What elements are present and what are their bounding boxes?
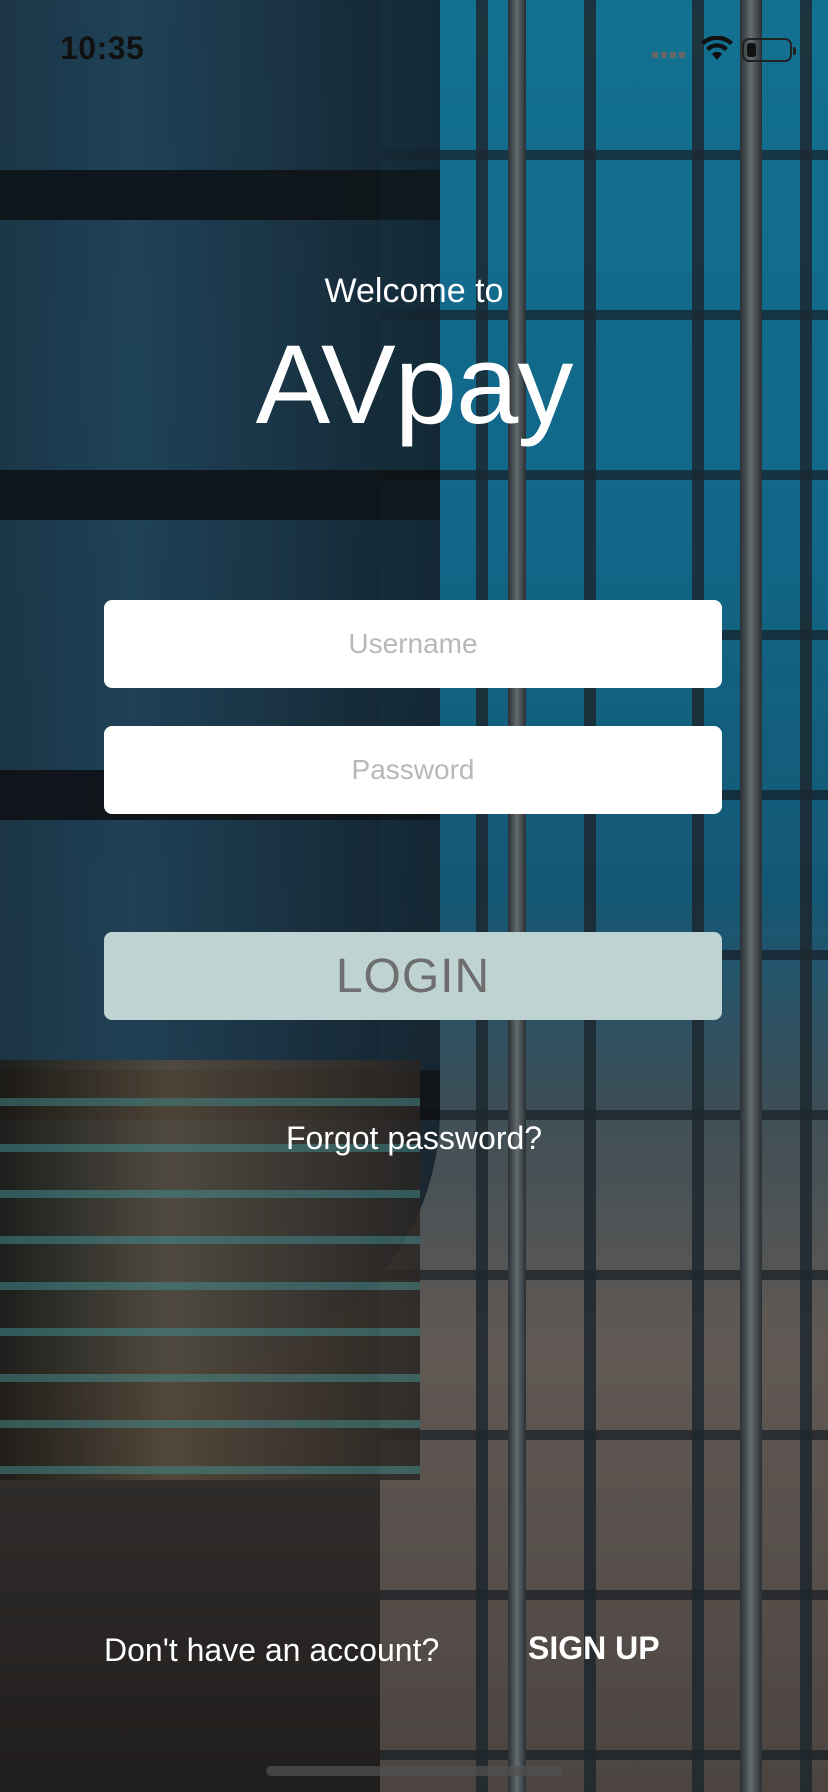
wifi-icon (701, 36, 733, 60)
status-bar: 10:35 (0, 0, 828, 100)
forgot-password-link[interactable]: Forgot password? (0, 1120, 828, 1157)
signal-icon (652, 50, 692, 58)
username-field[interactable] (104, 600, 722, 688)
background-overlay (0, 0, 828, 1792)
status-time: 10:35 (60, 30, 145, 66)
app-title: AVpay (255, 322, 574, 447)
welcome-text: Welcome to (324, 272, 504, 310)
home-indicator[interactable] (266, 1766, 562, 1776)
background-image (0, 0, 828, 1792)
sign-up-link[interactable]: SIGN UP (528, 1630, 660, 1667)
login-button[interactable]: LOGIN (104, 932, 722, 1020)
password-field[interactable] (104, 726, 722, 814)
battery-level (747, 43, 756, 57)
login-screen: 10:35 Welcome to AVpay LOGIN Forgot pass… (0, 0, 828, 1792)
battery-icon (742, 38, 796, 62)
no-account-prompt: Don't have an account? (104, 1632, 440, 1668)
